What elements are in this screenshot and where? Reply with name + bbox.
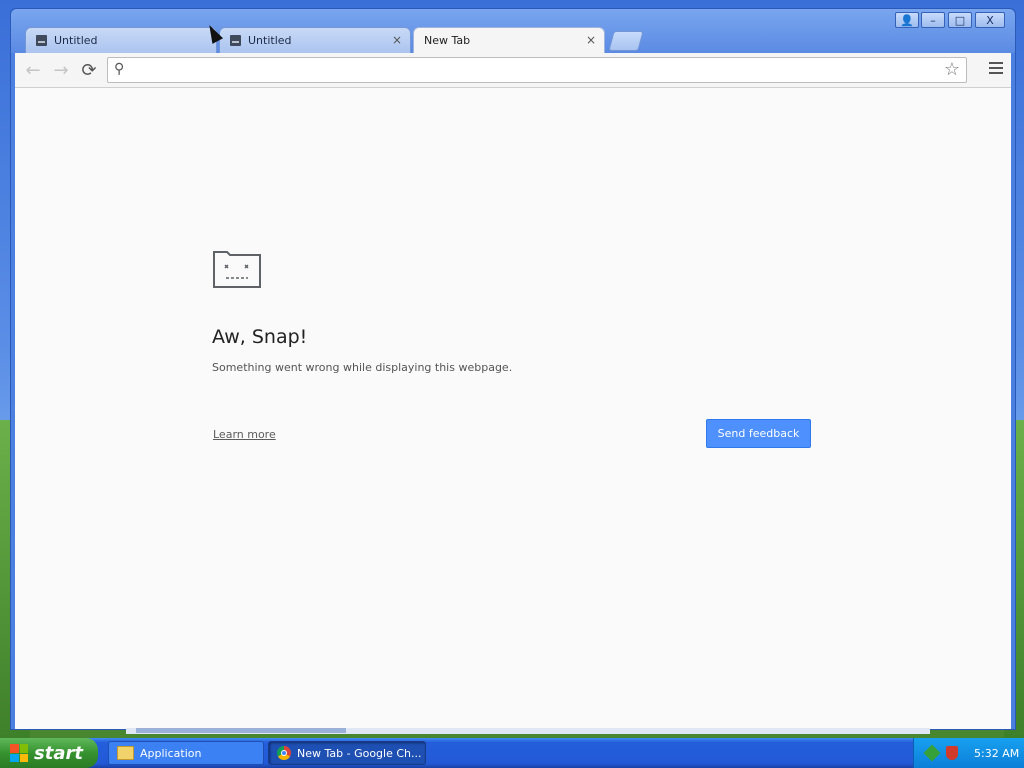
minimize-button[interactable]: – (921, 12, 945, 28)
learn-more-link[interactable]: Learn more (213, 428, 276, 441)
browser-window: 👤 – □ X Untitled Untitled × New Tab × ← … (10, 8, 1016, 730)
sad-page-favicon-icon (36, 35, 47, 46)
chrome-menu-icon[interactable] (989, 62, 1003, 77)
network-icon[interactable] (923, 744, 941, 762)
horizontal-scrollbar[interactable] (126, 728, 930, 734)
forward-button[interactable]: → (49, 58, 73, 82)
tab-label: Untitled (54, 34, 98, 47)
back-button[interactable]: ← (21, 58, 45, 82)
windows-logo-icon (10, 744, 28, 762)
search-icon: ⚲ (114, 61, 125, 77)
window-controls: – □ X (921, 12, 1005, 28)
start-button[interactable]: start (0, 738, 98, 768)
taskbar-item-label: New Tab - Google Ch... (297, 746, 422, 760)
tab-untitled-1[interactable]: Untitled (25, 27, 217, 53)
bookmark-star-icon[interactable]: ☆ (944, 59, 960, 80)
folder-icon (117, 746, 134, 760)
chrome-icon (277, 746, 291, 760)
close-window-button[interactable]: X (975, 12, 1005, 28)
window-titlebar[interactable]: 👤 – □ X Untitled Untitled × New Tab × (11, 9, 1015, 53)
address-input[interactable] (136, 60, 936, 82)
maximize-button[interactable]: □ (948, 12, 972, 28)
reload-button[interactable]: ⟳ (77, 58, 101, 82)
taskbar-item-chrome[interactable]: New Tab - Google Ch... (268, 741, 426, 765)
taskbar-item-application[interactable]: Application (108, 741, 264, 765)
browser-toolbar: ← → ⟳ ⚲ ☆ (15, 53, 1011, 88)
tab-close-icon[interactable]: × (586, 34, 596, 46)
tab-label: Untitled (248, 34, 292, 47)
tab-new-tab[interactable]: New Tab × (413, 27, 605, 53)
profile-control[interactable]: 👤 (895, 12, 919, 28)
system-tray: 5:32 AM (913, 738, 1024, 768)
taskbar: start Application New Tab - Google Ch...… (0, 738, 1024, 768)
page-content: Aw, Snap! Something went wrong while dis… (15, 88, 1011, 729)
tab-strip: Untitled Untitled × New Tab × (23, 27, 1015, 53)
taskbar-item-label: Application (140, 746, 202, 760)
start-label: start (34, 742, 83, 764)
scrollbar-thumb[interactable] (136, 728, 346, 733)
error-message: Something went wrong while displaying th… (212, 361, 513, 374)
clock: 5:32 AM (974, 746, 1020, 760)
error-title: Aw, Snap! (212, 326, 308, 348)
new-tab-button[interactable] (608, 31, 644, 51)
sad-folder-icon (213, 251, 261, 288)
profile-icon[interactable]: 👤 (895, 12, 919, 28)
security-shield-icon[interactable] (946, 746, 958, 760)
tab-label: New Tab (424, 34, 471, 47)
send-feedback-button[interactable]: Send feedback (706, 419, 811, 448)
omnibox[interactable]: ⚲ ☆ (107, 57, 967, 83)
tab-close-icon[interactable]: × (392, 34, 402, 46)
tab-untitled-2[interactable]: Untitled × (219, 27, 411, 53)
sad-page-favicon-icon (230, 35, 241, 46)
